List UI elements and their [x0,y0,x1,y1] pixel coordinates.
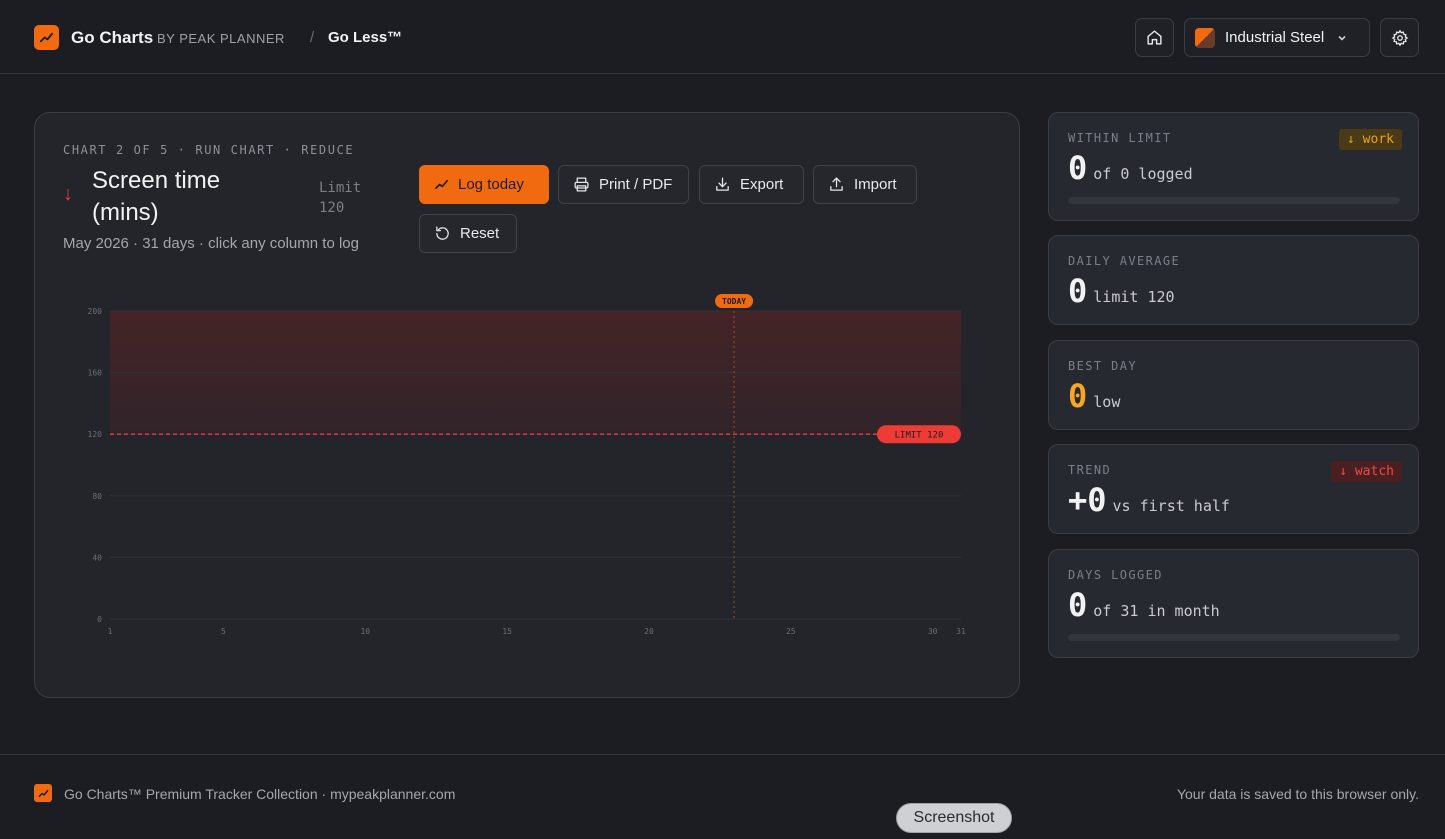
settings-button[interactable] [1380,18,1419,57]
y-tick-label: 40 [92,553,102,562]
stat-daily-average: DAILY AVERAGE 0 limit 120 [1048,235,1419,325]
theme-swatch [1195,27,1215,48]
progress-bar [1068,197,1400,204]
stat-label: TREND [1068,463,1112,477]
reset-icon [436,226,449,240]
upload-icon [830,177,843,191]
stat-detail: limit 120 [1093,288,1175,306]
stat-value-row: +0 vs first half [1068,481,1230,519]
stat-value-row: 0 limit 120 [1068,272,1175,310]
stat-label: DAILY AVERAGE [1068,254,1181,268]
screenshot-tooltip: Screenshot [896,803,1012,833]
chart-eyebrow: CHART 2 OF 5 · RUN CHART · REDUCE [63,143,355,157]
stat-value-row: 0 low [1068,377,1120,415]
printer-icon [574,177,589,192]
top-bar: Go Charts BY PEAK PLANNER / Go Less™ Ind… [0,0,1445,74]
chart-logo-icon [34,784,52,802]
gear-icon [1391,29,1408,46]
x-tick-label: 30 [928,627,938,636]
print-pdf-button[interactable]: Print / PDF [558,165,689,204]
stat-value: 0 [1068,149,1088,187]
limit-badge-label: LIMIT 120 [895,431,944,441]
chart-subtitle: May 2026 · 31 days · click any column to… [63,235,359,252]
stat-best-day: BEST DAY 0 low [1048,340,1419,430]
stat-label: DAYS LOGGED [1068,568,1163,582]
stat-label: BEST DAY [1068,359,1137,373]
export-label: Export [740,176,784,193]
y-tick-label: 80 [92,492,102,501]
chart-card: CHART 2 OF 5 · RUN CHART · REDUCE ↓ Scre… [34,112,1020,698]
footer-storage-note: Your data is saved to this browser only. [1176,786,1419,802]
x-tick-label: 15 [502,627,512,636]
breadcrumb-separator: / [310,29,315,46]
log-today-button[interactable]: Log today [419,165,549,204]
y-tick-label: 120 [88,430,103,439]
x-tick-label: 1 [108,627,113,636]
x-tick-label: 5 [221,627,226,636]
status-badge: ↓ watch [1331,461,1402,482]
status-badge: ↓ work [1339,129,1402,150]
home-icon [1147,30,1162,45]
stat-value: 0 [1068,272,1088,310]
today-label: TODAY [722,297,746,306]
theme-selector[interactable]: Industrial Steel [1184,18,1370,57]
chevron-down-icon [1338,35,1346,41]
footer: Go Charts™ Premium Tracker Collection · … [0,754,1445,839]
x-tick-label: 20 [644,627,654,636]
log-today-label: Log today [458,176,524,193]
x-tick-label: 31 [956,627,966,636]
stat-trend: TREND ↓ watch +0 vs first half [1048,444,1419,534]
download-icon [716,177,729,191]
stat-value-row: 0 of 31 in month [1068,586,1220,624]
stat-days-logged: DAYS LOGGED 0 of 31 in month [1048,549,1419,658]
stat-value-row: 0 of 0 logged [1068,149,1193,187]
home-button[interactable] [1135,18,1174,57]
footer-credit: Go Charts™ Premium Tracker Collection · … [64,786,456,802]
arrow-down-icon: ↓ [63,183,73,205]
x-tick-label: 10 [360,627,370,636]
reset-button[interactable]: Reset [419,214,517,253]
x-tick-label: 25 [786,627,796,636]
progress-bar [1068,634,1400,641]
theme-name: Industrial Steel [1225,29,1325,46]
stat-detail: of 0 logged [1093,165,1193,183]
y-tick-label: 160 [88,369,103,378]
trend-icon [435,179,448,190]
limit-label: Limit 120 [319,180,362,216]
brand-byline: BY PEAK PLANNER [157,31,285,46]
brand-name[interactable]: Go Charts [71,28,153,48]
stat-detail: low [1093,393,1121,411]
import-label: Import [854,176,897,193]
chart-title: Screen time (mins) [92,167,221,226]
chart-logo-icon[interactable] [34,25,59,50]
import-button[interactable]: Import [813,165,917,204]
stat-value: 0 [1068,586,1088,624]
stat-value: 0 [1068,377,1088,415]
stat-detail: of 31 in month [1093,602,1220,620]
y-tick-label: 0 [97,615,102,624]
reset-label: Reset [460,225,500,242]
stat-within-limit: WITHIN LIMIT ↓ work 0 of 0 logged [1048,112,1419,221]
stat-detail: vs first half [1112,497,1230,515]
print-pdf-label: Print / PDF [599,176,673,193]
stat-label: WITHIN LIMIT [1068,131,1172,145]
export-button[interactable]: Export [699,165,804,204]
y-tick-label: 200 [88,307,103,316]
run-chart[interactable]: 040801201602001 5 10 15 20 25 30 31TODAYLIMIT 1… [75,291,975,641]
stat-value: +0 [1068,481,1107,519]
breadcrumb-current: Go Less™ [328,29,403,46]
